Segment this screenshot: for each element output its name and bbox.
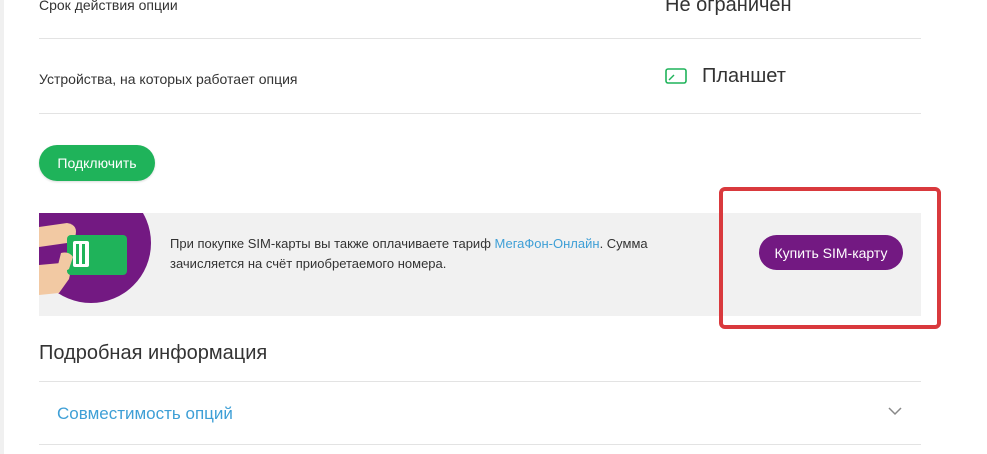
divider: [39, 38, 921, 39]
divider: [39, 113, 921, 114]
section-title: Подробная информация: [39, 342, 268, 364]
accordion-label: Совместимость опций: [57, 404, 233, 423]
accordion-compatibility[interactable]: Совместимость опций: [39, 381, 921, 445]
highlight-box: [719, 187, 941, 329]
page-left-border: [0, 0, 4, 454]
sim-card-in-hand-icon: [39, 213, 151, 303]
promo-text: При покупке SIM-карты вы также оплачивае…: [170, 234, 670, 274]
validity-value: Не ограничен: [665, 0, 792, 16]
validity-label: Срок действия опции: [39, 0, 178, 13]
tariff-link[interactable]: МегаФон-Онлайн: [495, 236, 600, 251]
devices-value: Планшет: [702, 65, 786, 87]
connect-button[interactable]: Подключить: [39, 145, 155, 181]
tablet-icon: [665, 68, 687, 84]
promo-text-before: При покупке SIM-карты вы также оплачивае…: [170, 236, 495, 251]
devices-label: Устройства, на которых работает опция: [39, 71, 298, 87]
chevron-down-icon[interactable]: [888, 406, 902, 416]
